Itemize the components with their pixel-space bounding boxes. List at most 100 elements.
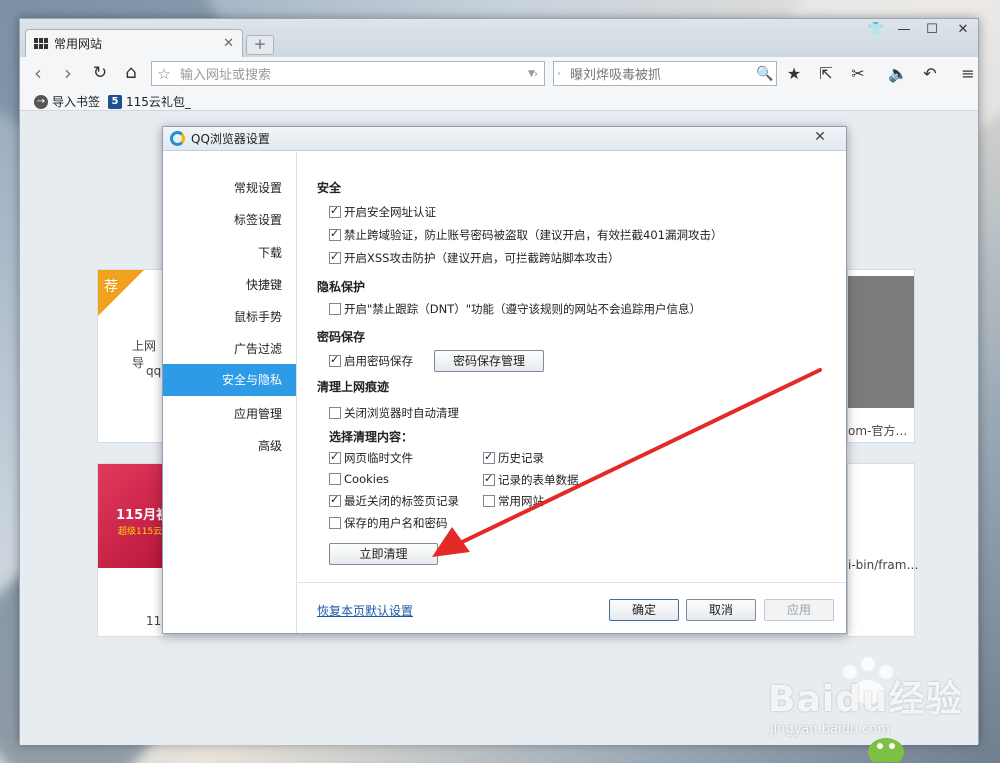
address-bar[interactable]: ☆ 输入网址或搜索 ▼	[151, 61, 545, 86]
promo-banner: 115月初 超级115云礼	[98, 464, 171, 568]
close-window-icon[interactable]: ✕	[946, 21, 980, 39]
back-icon[interactable]: ‹	[26, 62, 50, 86]
sidebar-item-download[interactable]: 下载	[258, 244, 282, 261]
cancel-button[interactable]: 取消	[686, 599, 756, 621]
password-manage-button[interactable]: 密码保存管理	[434, 350, 544, 372]
bookmarks-bar: → 导入书签 5 115云礼包_	[20, 91, 978, 111]
section-heading-privacy: 隐私保护	[317, 280, 366, 294]
checkbox[interactable]	[483, 450, 495, 464]
checkbox[interactable]	[329, 303, 341, 315]
import-icon: →	[34, 94, 48, 109]
option-label: 保存的用户名和密码	[344, 516, 448, 530]
forward-icon[interactable]: ›	[56, 62, 80, 86]
sidebar-item-app-management[interactable]: 应用管理	[234, 405, 282, 422]
checkbox-common-sites[interactable]: 常用网站	[483, 493, 544, 509]
option-label: 开启安全网址认证	[344, 205, 436, 219]
address-placeholder: 输入网址或搜索	[180, 68, 272, 83]
sidebar-item-general[interactable]: 常规设置	[234, 179, 282, 196]
sidebar-item-advanced[interactable]: 高级	[258, 437, 282, 454]
checkbox-saved-credentials[interactable]: 保存的用户名和密码	[329, 515, 448, 531]
bookmark-star-icon[interactable]: ☆	[152, 65, 176, 83]
checkbox[interactable]	[329, 204, 341, 218]
site-tile[interactable]: 荐 上网导 qqb	[97, 269, 169, 443]
sidebar-item-tabs[interactable]: 标签设置	[234, 211, 282, 228]
checkbox-history[interactable]: 历史记录	[483, 450, 544, 466]
checkbox[interactable]	[329, 493, 341, 507]
new-tab-button[interactable]: +	[246, 35, 274, 55]
sidebar-item-mouse-gestures[interactable]: 鼠标手势	[234, 308, 282, 325]
footer-divider	[298, 582, 846, 583]
title-bar: 常用网站 ✕ + 👕 — ☐ ✕	[20, 19, 978, 57]
checkbox-save-password[interactable]: 启用密码保存	[329, 353, 413, 369]
checkbox-xss[interactable]: 开启XSS攻击防护（建议开启，可拦截跨站脚本攻击）	[329, 250, 619, 266]
go-icon[interactable]: ›	[527, 61, 545, 86]
option-label: 历史记录	[498, 451, 544, 465]
bookmark-label: 导入书签	[52, 95, 101, 109]
checkbox-auto-clear[interactable]: 关闭浏览器时自动清理	[329, 405, 459, 421]
checkbox[interactable]	[329, 250, 341, 264]
volume-icon[interactable]: 🔈	[886, 63, 910, 85]
menu-icon[interactable]: ≡	[956, 63, 980, 85]
option-label: 常用网站	[498, 494, 544, 508]
skin-icon[interactable]: 👕	[862, 21, 890, 39]
share-icon[interactable]: ⇱	[814, 63, 838, 85]
tab-title: 常用网站	[54, 37, 103, 51]
checkbox-form-data[interactable]: 记录的表单数据	[483, 472, 579, 488]
option-label: 启用密码保存	[344, 354, 413, 368]
toolbar: ‹ › ↻ ⌂ ☆ 输入网址或搜索 ▼ › › 曝刘烨吸毒被抓 🔍 ★ ⇱ ✂ …	[20, 57, 978, 91]
sidebar-item-security-privacy[interactable]: 安全与隐私	[163, 364, 296, 396]
115-icon: 5	[108, 94, 122, 109]
tile-thumbnail	[848, 276, 914, 408]
section-heading-clear: 清理上网痕迹	[317, 380, 390, 394]
option-label: 网页临时文件	[344, 451, 413, 465]
site-tile[interactable]: om-官方…	[847, 269, 915, 443]
close-icon[interactable]: ✕	[223, 36, 234, 51]
settings-dialog: QQ浏览器设置 ✕ 常规设置 标签设置 下载 快捷键 鼠标手势 广告过滤 安全与…	[162, 126, 847, 634]
search-engine-icon[interactable]: ›	[554, 69, 564, 79]
restore-defaults-link[interactable]: 恢复本页默认设置	[317, 602, 413, 619]
bookmark-import[interactable]: → 导入书签	[34, 93, 100, 110]
scissors-icon[interactable]: ✂	[846, 63, 870, 85]
checkbox-cross-domain[interactable]: 禁止跨域验证，防止账号密码被盗取（建议开启，有效拦截401漏洞攻击）	[329, 227, 722, 243]
search-input[interactable]: 曝刘烨吸毒被抓	[564, 64, 754, 83]
watermark-text: Baidu经验	[768, 679, 963, 720]
checkbox-closed-tabs[interactable]: 最近关闭的标签页记录	[329, 493, 459, 509]
sidebar-item-shortcuts[interactable]: 快捷键	[246, 276, 282, 293]
checkbox[interactable]	[329, 450, 341, 464]
bookmark-115[interactable]: 5 115云礼包_	[108, 93, 191, 110]
search-box[interactable]: › 曝刘烨吸毒被抓 🔍	[553, 61, 777, 86]
checkbox[interactable]	[329, 473, 341, 485]
ok-button[interactable]: 确定	[609, 599, 679, 621]
option-label: 开启"禁止跟踪（DNT）"功能（遵守该规则的网站不会追踪用户信息）	[344, 302, 702, 316]
clear-now-button[interactable]: 立即清理	[329, 543, 438, 565]
search-icon[interactable]: 🔍	[754, 66, 776, 82]
undo-icon[interactable]: ↶	[918, 63, 942, 85]
favorites-icon[interactable]: ★	[782, 63, 806, 85]
checkbox-dnt[interactable]: 开启"禁止跟踪（DNT）"功能（遵守该规则的网站不会追踪用户信息）	[329, 301, 701, 317]
checkbox-cookies[interactable]: Cookies	[329, 472, 389, 486]
checkbox[interactable]	[329, 353, 341, 367]
option-label: Cookies	[344, 472, 390, 486]
sidebar-item-ad-filter[interactable]: 广告过滤	[234, 340, 282, 357]
apply-button[interactable]: 应用	[764, 599, 834, 621]
refresh-icon[interactable]: ↻	[88, 62, 112, 86]
tab-common-sites[interactable]: 常用网站 ✕	[25, 29, 243, 57]
checkbox[interactable]	[329, 517, 341, 529]
close-icon[interactable]: ✕	[800, 129, 840, 147]
option-label: 记录的表单数据	[498, 473, 579, 487]
checkbox[interactable]	[329, 227, 341, 241]
checkbox[interactable]	[483, 472, 495, 486]
maximize-icon[interactable]: ☐	[918, 21, 946, 39]
checkbox-temp-files[interactable]: 网页临时文件	[329, 450, 413, 466]
dialog-title: QQ浏览器设置	[191, 132, 270, 146]
settings-sidebar: 常规设置 标签设置 下载 快捷键 鼠标手势 广告过滤 安全与隐私 应用管理 高级	[163, 152, 297, 633]
option-label: 关闭浏览器时自动清理	[344, 406, 459, 420]
site-tile-115[interactable]: 115月初 超级115云礼 115	[97, 463, 171, 637]
home-icon[interactable]: ⌂	[119, 62, 143, 86]
site-tile[interactable]: i-bin/fram…	[847, 463, 918, 637]
checkbox[interactable]	[483, 495, 495, 507]
checkbox[interactable]	[329, 407, 341, 419]
minimize-icon[interactable]: —	[890, 21, 918, 39]
option-label: 禁止跨域验证，防止账号密码被盗取（建议开启，有效拦截401漏洞攻击）	[344, 228, 723, 242]
checkbox-safe-url[interactable]: 开启安全网址认证	[329, 204, 436, 220]
